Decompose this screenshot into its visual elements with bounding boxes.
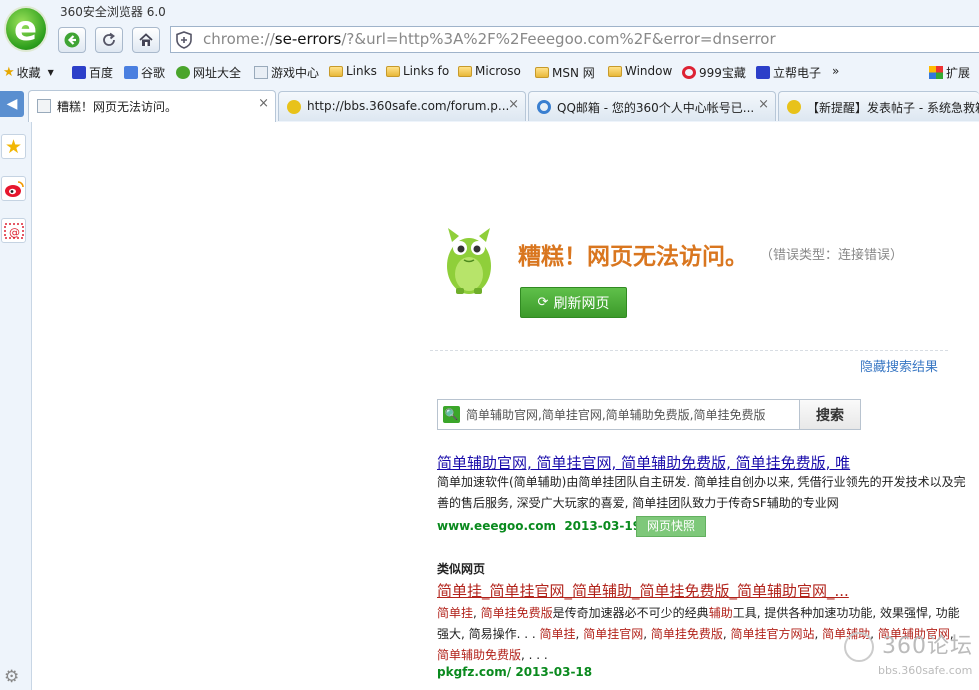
address-bar[interactable]: chrome://se-errors/?&url=http%3A%2F%2Fee… bbox=[170, 26, 979, 53]
keyword-highlight: 简单挂免费版 bbox=[650, 627, 723, 641]
search-box: 🔍 bbox=[437, 399, 800, 430]
browser-chrome: e 360安全浏览器 6.0 chrome://se-errors/?&url=… bbox=[0, 0, 979, 122]
target-icon bbox=[682, 66, 696, 79]
smiley-icon bbox=[787, 100, 801, 114]
similar-url[interactable]: pkgfz.com/ 2013-03-18 bbox=[437, 665, 592, 679]
browser-logo-icon[interactable]: e bbox=[4, 6, 48, 52]
bookmark-windows[interactable]: Window bbox=[608, 64, 672, 78]
description-text: , bbox=[473, 606, 481, 620]
shield-icon bbox=[176, 31, 192, 49]
result-url[interactable]: www.eeegoo.com 2013-03-19 bbox=[437, 519, 641, 533]
dropdown-arrow-icon: ▼ bbox=[47, 68, 54, 77]
360-logo-icon bbox=[844, 632, 874, 662]
description-text: , bbox=[814, 627, 823, 641]
window-title: 360安全浏览器 6.0 bbox=[60, 5, 166, 19]
refresh-icon bbox=[103, 32, 115, 46]
result-description: 简单加速软件(简单辅助)由简单挂团队自主研发. 简单挂自创办以来, 凭借行业领先… bbox=[437, 475, 966, 510]
keyword-highlight: 简单挂 bbox=[437, 606, 474, 620]
home-button[interactable] bbox=[132, 27, 160, 53]
bookmarks-more[interactable]: » bbox=[832, 64, 839, 78]
search-button[interactable]: 搜索 bbox=[799, 399, 861, 430]
bookmark-favorites[interactable]: ★ 收藏 ▼ bbox=[3, 64, 54, 81]
refresh-icon: ⟳ bbox=[537, 295, 549, 310]
bookmark-999[interactable]: 999宝藏 bbox=[682, 64, 746, 81]
baidu-icon bbox=[72, 66, 86, 79]
bookmark-libang[interactable]: 立帮电子 bbox=[756, 64, 821, 81]
tab-new-post[interactable]: 【新提醒】发表帖子 - 系统急救箱 bbox=[778, 91, 979, 121]
tab-error-page[interactable]: 糟糕！网页无法访问。 × bbox=[28, 90, 276, 122]
bookmark-microsoft[interactable]: Microso bbox=[458, 64, 521, 78]
tab-bbs-forum[interactable]: http://bbs.360safe.com/forum.p... × bbox=[278, 91, 526, 121]
divider bbox=[430, 350, 948, 351]
refresh-page-button[interactable]: ⟳ 刷新网页 bbox=[520, 287, 627, 318]
bookmark-hao360[interactable]: 网址大全 bbox=[176, 64, 241, 81]
sidebar-weibo[interactable] bbox=[1, 176, 26, 201]
weibo-icon bbox=[4, 180, 24, 197]
keyword-highlight: 简单辅助免费版 bbox=[437, 648, 522, 662]
home-icon bbox=[139, 33, 153, 46]
bookmark-msn[interactable]: MSN 网 bbox=[535, 64, 595, 81]
similar-title-link[interactable]: 简单挂_简单挂官网_简单辅助_简单挂免费版_简单辅助官网_... bbox=[437, 580, 849, 601]
description-text: , . . . bbox=[521, 648, 548, 662]
bookmark-games[interactable]: 游戏中心 bbox=[254, 64, 319, 81]
folder-icon bbox=[329, 65, 343, 77]
address-text[interactable]: chrome://se-errors/?&url=http%3A%2F%2Fee… bbox=[203, 30, 776, 48]
tab-strip: 糟糕！网页无法访问。 × http://bbs.360safe.com/foru… bbox=[0, 88, 979, 122]
folder-icon bbox=[535, 67, 549, 78]
keyword-highlight: 辅助 bbox=[708, 606, 733, 620]
bookmark-baidu[interactable]: 百度 bbox=[72, 64, 113, 81]
error-title: 糟糕！网页无法访问。 bbox=[518, 244, 748, 270]
folder-icon bbox=[458, 65, 472, 77]
page-icon bbox=[254, 66, 268, 79]
360-icon bbox=[537, 100, 551, 114]
extensions-button[interactable]: 扩展 bbox=[929, 64, 970, 81]
star-icon: ★ bbox=[3, 65, 15, 80]
svg-text:@: @ bbox=[9, 226, 20, 239]
sidebar-toggle-icon[interactable]: ◀ bbox=[0, 91, 24, 117]
keyword-highlight: 简单挂官网 bbox=[583, 627, 644, 641]
close-icon[interactable]: × bbox=[758, 97, 769, 112]
folder-icon bbox=[608, 65, 622, 77]
keyword-highlight: 简单挂 bbox=[539, 627, 576, 641]
paw-icon bbox=[756, 66, 770, 79]
bookmarks-bar: ★ 收藏 ▼ 百度 谷歌 网址大全 游戏中心 Links Links fo Mi… bbox=[0, 58, 979, 86]
error-page: 糟糕！网页无法访问。 （错误类型：连接错误） ⟳ 刷新网页 隐藏搜索结果 🔍 搜… bbox=[32, 122, 979, 690]
close-icon[interactable]: × bbox=[508, 97, 519, 112]
back-arrow-icon bbox=[64, 32, 80, 48]
folder-icon bbox=[386, 65, 400, 77]
similar-heading: 类似网页 bbox=[437, 562, 486, 576]
error-type: （错误类型：连接错误） bbox=[760, 248, 904, 263]
search-input[interactable] bbox=[466, 403, 796, 425]
bookmark-google[interactable]: 谷歌 bbox=[124, 64, 165, 81]
gear-icon[interactable]: ⚙ bbox=[4, 667, 19, 687]
description-text: , bbox=[643, 627, 651, 641]
mail-icon: @ bbox=[3, 222, 24, 239]
back-button[interactable] bbox=[58, 27, 86, 53]
tab-qq-mail[interactable]: QQ邮箱 - 您的360个人中心帐号已... × bbox=[528, 91, 776, 121]
close-icon[interactable]: × bbox=[258, 96, 269, 111]
left-sidebar: ★ @ ⚙ bbox=[0, 122, 32, 690]
sidebar-favorites[interactable]: ★ bbox=[1, 134, 26, 159]
hide-results-link[interactable]: 隐藏搜索结果 bbox=[860, 356, 938, 375]
mascot-icon bbox=[447, 228, 491, 294]
snapshot-button[interactable]: 网页快照 bbox=[636, 516, 706, 537]
refresh-button[interactable] bbox=[95, 27, 123, 53]
bookmark-links-for[interactable]: Links fo bbox=[386, 64, 449, 78]
bookmark-links[interactable]: Links bbox=[329, 64, 377, 78]
result-title-link[interactable]: 简单辅助官网, 简单挂官网, 简单辅助免费版, 简单挂免费版, 唯 bbox=[437, 452, 850, 473]
description-text: , bbox=[722, 627, 731, 641]
watermark: 360论坛 bbs.360safe.com bbox=[842, 628, 977, 686]
hao360-icon bbox=[176, 66, 190, 79]
google-icon bbox=[124, 66, 138, 79]
page-icon bbox=[37, 99, 51, 113]
keyword-highlight: 简单挂官方网站 bbox=[730, 627, 815, 641]
description-text: 是传奇加速器必不可少的经典 bbox=[552, 606, 709, 620]
search-icon: 🔍 bbox=[443, 406, 460, 423]
extensions-icon bbox=[929, 66, 943, 79]
keyword-highlight: 简单挂免费版 bbox=[480, 606, 553, 620]
star-icon: ★ bbox=[4, 135, 23, 158]
smiley-icon bbox=[287, 100, 301, 114]
sidebar-mail[interactable]: @ bbox=[1, 218, 26, 243]
